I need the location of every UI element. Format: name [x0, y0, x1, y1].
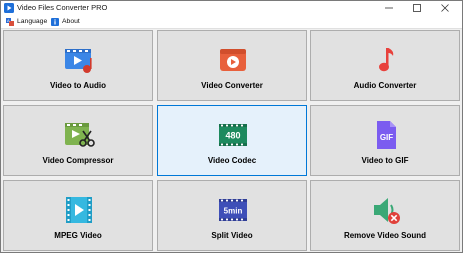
menu-language[interactable]: A Language	[6, 16, 47, 27]
split-icon-text: 5min	[224, 207, 243, 216]
tile-video-to-gif[interactable]: GIF Video to GIF	[310, 105, 460, 176]
video-codec-icon: 480	[219, 124, 247, 146]
tile-label: Video Compressor	[42, 156, 114, 165]
tile-label: Video Codec	[207, 156, 257, 165]
tile-audio-converter[interactable]: Audio Converter	[310, 30, 460, 101]
close-icon	[441, 4, 449, 12]
mpeg-video-icon	[66, 197, 92, 223]
mute-speaker-icon	[374, 198, 400, 224]
tile-split-video[interactable]: 5min Split Video	[157, 180, 307, 251]
app-icon	[4, 3, 14, 13]
video-to-audio-icon	[65, 49, 92, 73]
video-compressor-icon	[65, 123, 95, 147]
language-icon: A	[6, 17, 14, 26]
title-bar: Video Files Converter PRO	[1, 1, 462, 15]
tile-label: Video to GIF	[361, 156, 409, 165]
window-title: Video Files Converter PRO	[17, 3, 108, 12]
tile-label: Audio Converter	[353, 81, 417, 90]
tile-mpeg-video[interactable]: MPEG Video	[3, 180, 153, 251]
menu-language-label: Language	[17, 18, 48, 25]
tile-label: Video to Audio	[50, 81, 106, 90]
tile-video-converter[interactable]: Video Converter	[157, 30, 307, 101]
tile-label: Video Converter	[201, 81, 263, 90]
maximize-button[interactable]	[403, 1, 431, 15]
gif-file-icon: GIF	[377, 121, 396, 149]
minimize-icon	[385, 7, 393, 9]
svg-text:A: A	[7, 18, 10, 23]
menu-about-label: About	[62, 18, 80, 25]
codec-icon-text: 480	[225, 131, 240, 141]
tile-remove-video-sound[interactable]: Remove Video Sound	[310, 180, 460, 251]
info-icon	[51, 17, 59, 26]
tile-video-compressor[interactable]: Video Compressor	[3, 105, 153, 176]
menu-bar: A Language About	[1, 15, 462, 29]
tile-label: Remove Video Sound	[343, 231, 427, 240]
tile-label: MPEG Video	[54, 231, 102, 240]
tile-video-to-audio[interactable]: Video to Audio	[3, 30, 153, 101]
close-button[interactable]	[431, 1, 459, 15]
maximize-icon	[413, 4, 421, 12]
video-converter-icon	[220, 49, 246, 71]
tile-video-codec[interactable]: 480 Video Codec	[157, 105, 307, 176]
gif-icon-text: GIF	[380, 133, 393, 142]
minimize-button[interactable]	[375, 1, 403, 15]
tile-label: Split Video	[211, 231, 253, 240]
menu-about[interactable]: About	[51, 16, 80, 27]
music-note-icon	[379, 48, 394, 72]
app-window: Video Files Converter PRO A Language Abo…	[0, 0, 463, 253]
split-video-icon: 5min	[219, 199, 247, 221]
